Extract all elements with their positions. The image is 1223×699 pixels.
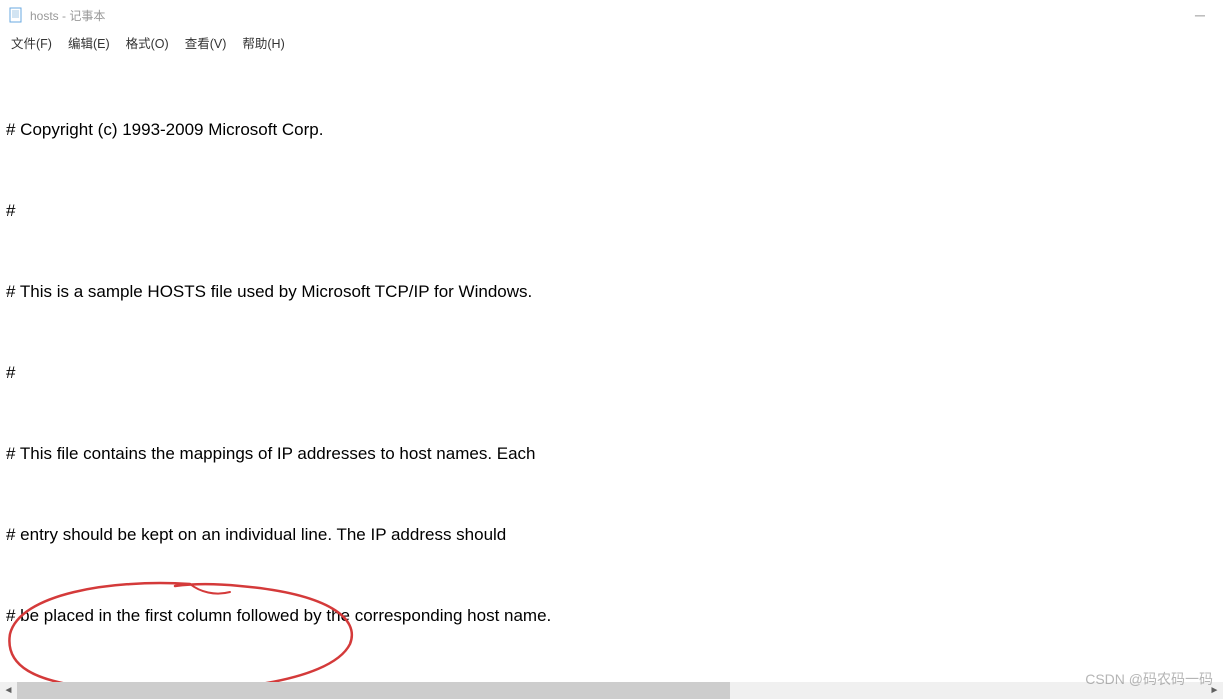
menu-bar: 文件(F) 编辑(E) 格式(O) 查看(V) 帮助(H) (0, 30, 1223, 54)
title-bar: hosts - 记事本 ─ (0, 0, 1223, 30)
menu-edit[interactable]: 编辑(E) (61, 31, 117, 54)
content-line: # This is a sample HOSTS file used by Mi… (6, 278, 1217, 305)
content-line: # entry should be kept on an individual … (6, 521, 1217, 548)
scroll-track[interactable] (17, 682, 1206, 699)
content-line: # This file contains the mappings of IP … (6, 440, 1217, 467)
content-line: # (6, 197, 1217, 224)
notepad-icon (8, 7, 24, 23)
content-line: # be placed in the first column followed… (6, 602, 1217, 629)
menu-help[interactable]: 帮助(H) (235, 31, 291, 54)
content-line: # (6, 359, 1217, 386)
text-editor-content[interactable]: # Copyright (c) 1993-2009 Microsoft Corp… (0, 54, 1223, 682)
window-controls: ─ (1177, 0, 1223, 30)
watermark: CSDN @码农码一码 (1085, 669, 1213, 689)
menu-format[interactable]: 格式(O) (119, 31, 176, 54)
content-line: # Copyright (c) 1993-2009 Microsoft Corp… (6, 116, 1217, 143)
menu-file[interactable]: 文件(F) (4, 31, 59, 54)
minimize-button[interactable]: ─ (1177, 0, 1223, 30)
scroll-left-arrow-icon[interactable]: ◄ (0, 682, 17, 699)
menu-view[interactable]: 查看(V) (178, 31, 234, 54)
scroll-thumb[interactable] (17, 682, 730, 699)
horizontal-scrollbar[interactable]: ◄ ► (0, 682, 1223, 699)
window-title: hosts - 记事本 (30, 7, 105, 24)
